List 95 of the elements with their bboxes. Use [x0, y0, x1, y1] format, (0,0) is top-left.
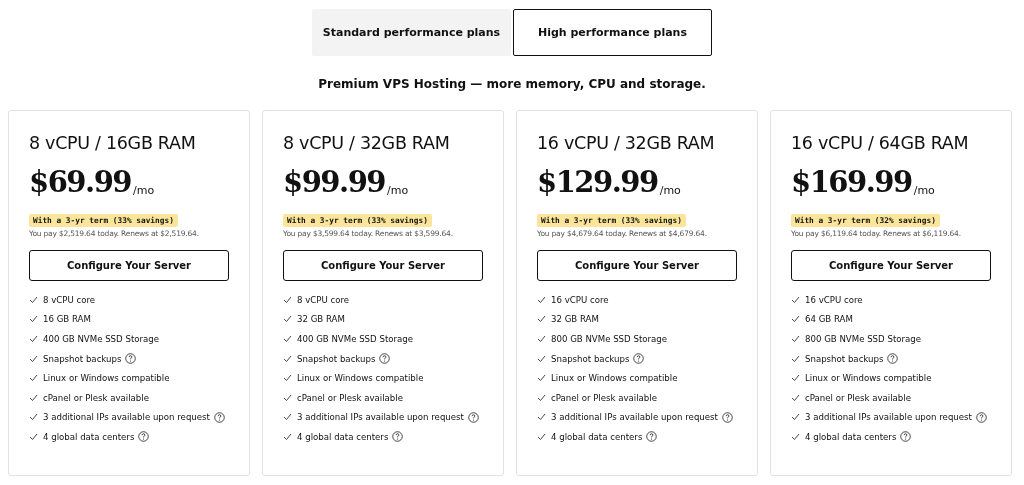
- check-icon: [283, 374, 292, 383]
- check-icon: [537, 393, 546, 402]
- configure-button[interactable]: Configure Your Server: [283, 250, 483, 281]
- check-icon: [29, 335, 38, 343]
- help-icon[interactable]: [467, 411, 479, 423]
- feature-text: Linux or Windows compatible: [297, 373, 424, 384]
- feature-text: 4 global data centers: [43, 431, 135, 442]
- check-icon: [791, 315, 800, 324]
- check-icon: [29, 413, 38, 422]
- check-icon: [283, 413, 292, 422]
- feature-text: Linux or Windows compatible: [551, 373, 678, 384]
- help-icon[interactable]: [975, 411, 987, 423]
- price: $169.99: [791, 168, 912, 197]
- price-unit: /mo: [913, 184, 935, 197]
- price: $99.99: [283, 168, 385, 197]
- feature-text: 64 GB RAM: [805, 314, 853, 325]
- feature-text: 800 GB NVMe SSD Storage: [551, 334, 668, 344]
- feature-text: 8 vCPU core: [297, 294, 350, 305]
- check-icon: [791, 295, 800, 304]
- configure-button[interactable]: Configure Your Server: [537, 250, 737, 281]
- configure-button[interactable]: Configure Your Server: [791, 250, 991, 281]
- feature-text: 16 vCPU core: [805, 294, 863, 305]
- feature-text: 3 additional IPs available upon request: [805, 412, 972, 423]
- check-icon: [791, 354, 800, 363]
- feature-text: cPanel or Plesk available: [805, 392, 911, 403]
- price: $129.99: [537, 168, 658, 197]
- feature-text: 400 GB NVMe SSD Storage: [43, 334, 160, 344]
- feature-text: Snapshot backups: [297, 353, 376, 364]
- check-icon: [283, 354, 292, 363]
- plan-tab[interactable]: High performance plans: [513, 9, 712, 56]
- check-icon: [791, 393, 800, 402]
- feature-text: 3 additional IPs available upon request: [297, 412, 464, 423]
- help-icon[interactable]: [887, 353, 899, 365]
- check-icon: [283, 315, 292, 324]
- subtitle: Premium VPS Hosting — more memory, CPU and storage.: [318, 77, 706, 91]
- feature-text: 16 GB RAM: [43, 314, 91, 325]
- feature-text: 800 GB NVMe SSD Storage: [805, 334, 922, 344]
- feature-text: 4 global data centers: [805, 431, 897, 442]
- check-icon: [29, 374, 38, 383]
- check-icon: [791, 432, 800, 441]
- feature-text: 4 global data centers: [551, 431, 643, 442]
- help-icon[interactable]: [392, 431, 404, 443]
- feature-text: 32 GB RAM: [551, 314, 599, 325]
- check-icon: [791, 413, 800, 422]
- help-icon[interactable]: [138, 431, 150, 443]
- feature-text: 3 additional IPs available upon request: [43, 412, 210, 423]
- help-icon[interactable]: [379, 353, 391, 365]
- check-icon: [537, 374, 546, 383]
- check-icon: [29, 315, 38, 324]
- price-unit: /mo: [659, 184, 681, 197]
- feature-text: 16 vCPU core: [551, 294, 609, 305]
- check-icon: [537, 354, 546, 363]
- price-unit: /mo: [133, 184, 155, 197]
- plan-name: 16 vCPU / 32GB RAM: [537, 133, 716, 153]
- feature-text: cPanel or Plesk available: [551, 392, 657, 403]
- check-icon: [29, 354, 38, 363]
- feature-text: Snapshot backups: [805, 353, 884, 364]
- configure-button[interactable]: Configure Your Server: [29, 250, 229, 281]
- plan-name: 16 vCPU / 64GB RAM: [791, 133, 970, 153]
- plan-name: 8 vCPU / 16GB RAM: [29, 133, 197, 153]
- help-icon[interactable]: [646, 431, 658, 443]
- check-icon: [537, 295, 546, 304]
- feature-text: 8 vCPU core: [43, 294, 96, 305]
- feature-text: 3 additional IPs available upon request: [551, 412, 718, 423]
- check-icon: [537, 335, 546, 343]
- feature-text: Snapshot backups: [43, 353, 122, 364]
- price-unit: /mo: [387, 184, 409, 197]
- feature-text: 400 GB NVMe SSD Storage: [297, 334, 414, 344]
- help-icon[interactable]: [125, 353, 137, 365]
- feature-text: Snapshot backups: [551, 353, 630, 364]
- check-icon: [29, 393, 38, 402]
- price: $69.99: [29, 168, 131, 197]
- feature-text: cPanel or Plesk available: [43, 392, 149, 403]
- help-icon[interactable]: [633, 353, 645, 365]
- check-icon: [537, 413, 546, 422]
- check-icon: [29, 295, 38, 304]
- check-icon: [537, 315, 546, 324]
- feature-text: 4 global data centers: [297, 431, 389, 442]
- check-icon: [791, 335, 800, 343]
- feature-text: 32 GB RAM: [297, 314, 345, 325]
- check-icon: [283, 295, 292, 304]
- feature-text: cPanel or Plesk available: [297, 392, 403, 403]
- help-icon[interactable]: [213, 411, 225, 423]
- check-icon: [283, 335, 292, 343]
- check-icon: [29, 432, 38, 441]
- help-icon[interactable]: [900, 431, 912, 443]
- check-icon: [283, 393, 292, 402]
- check-icon: [283, 432, 292, 441]
- check-icon: [791, 374, 800, 383]
- plan-name: 8 vCPU / 32GB RAM: [283, 133, 451, 153]
- help-icon[interactable]: [721, 411, 733, 423]
- feature-text: Linux or Windows compatible: [43, 373, 170, 384]
- feature-text: Linux or Windows compatible: [805, 373, 932, 384]
- plan-tab[interactable]: Standard performance plans: [312, 9, 511, 56]
- check-icon: [537, 432, 546, 441]
